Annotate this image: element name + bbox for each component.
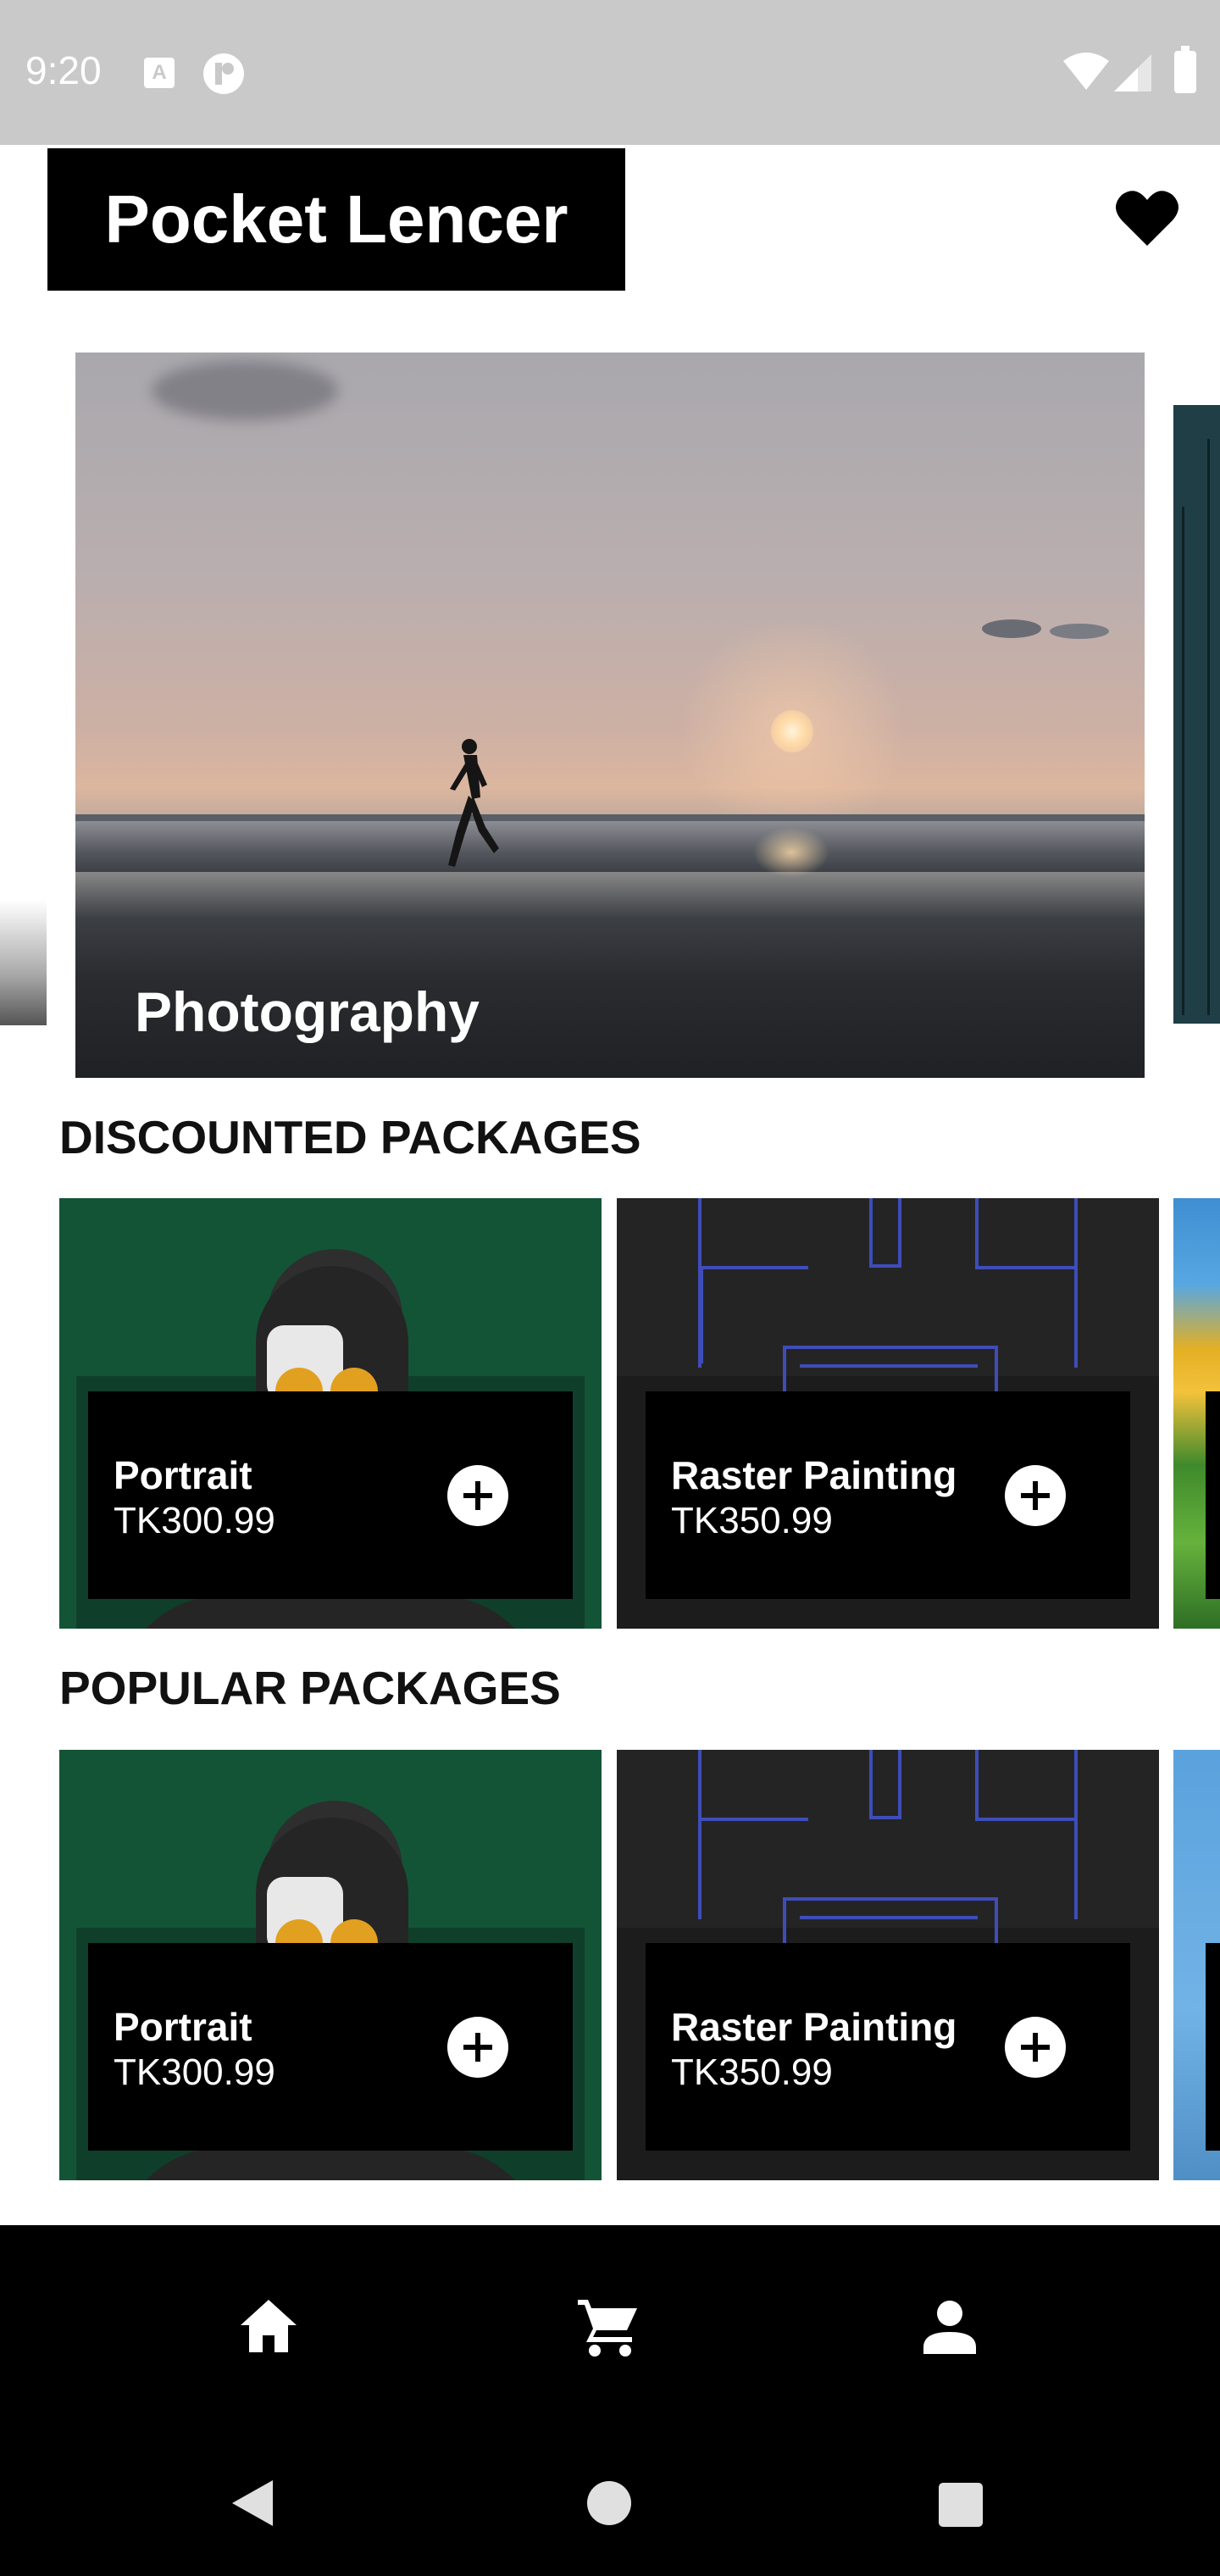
horizon-ships bbox=[75, 814, 1145, 821]
carousel-slide-photography[interactable]: Photography bbox=[75, 353, 1145, 1078]
maze-line bbox=[800, 1364, 978, 1368]
maze-line bbox=[898, 1750, 901, 1818]
package-card-next-peek[interactable] bbox=[1173, 1750, 1220, 2180]
status-time: 9:20 bbox=[25, 48, 102, 92]
package-card-portrait[interactable]: Portrait TK300.99 bbox=[59, 1198, 602, 1629]
package-card-raster-painting[interactable]: Raster Painting TK350.99 bbox=[617, 1750, 1159, 2180]
slide-decoration bbox=[1182, 507, 1184, 1015]
sky-cloud bbox=[1050, 624, 1109, 639]
package-price: TK300.99 bbox=[114, 1500, 275, 1541]
keyboard-notification-icon: A bbox=[144, 58, 175, 88]
section-title-discounted: DISCOUNTED PACKAGES bbox=[59, 1111, 641, 1163]
maze-line bbox=[869, 1198, 873, 1266]
card-info-box: Portrait TK300.99 bbox=[88, 1943, 573, 2151]
maze-line bbox=[700, 1266, 703, 1363]
maze-line bbox=[783, 1897, 998, 1901]
maze-line bbox=[698, 1750, 702, 1919]
card-info-box-peek bbox=[1206, 1391, 1220, 1599]
maze-line bbox=[975, 1750, 979, 1818]
package-price: TK350.99 bbox=[671, 1500, 833, 1541]
package-price: TK350.99 bbox=[671, 2051, 833, 2093]
favorites-heart-icon[interactable] bbox=[1115, 188, 1179, 247]
section-title-popular: POPULAR PACKAGES bbox=[59, 1662, 561, 1714]
home-circle-icon[interactable] bbox=[587, 2481, 631, 2525]
card-info-box: Raster Painting TK350.99 bbox=[646, 1943, 1130, 2151]
package-card-raster-painting[interactable]: Raster Painting TK350.99 bbox=[617, 1198, 1159, 1629]
add-to-cart-button[interactable] bbox=[447, 1465, 508, 1526]
maze-line bbox=[869, 1816, 901, 1819]
cart-icon[interactable] bbox=[576, 2296, 640, 2357]
maze-line bbox=[975, 1818, 1077, 1821]
sun-reflection bbox=[753, 827, 829, 878]
slide-decoration bbox=[1207, 439, 1210, 1015]
add-to-cart-button[interactable] bbox=[447, 2017, 508, 2078]
battery-icon bbox=[1174, 46, 1196, 93]
card-info-box-peek bbox=[1206, 1943, 1220, 2151]
runner-silhouette bbox=[448, 739, 499, 867]
person-icon[interactable] bbox=[923, 2300, 976, 2354]
recent-apps-icon[interactable] bbox=[939, 2483, 983, 2527]
package-price: TK300.99 bbox=[114, 2051, 275, 2093]
maze-line bbox=[800, 1916, 978, 1919]
carousel-slide-title: Photography bbox=[135, 980, 480, 1043]
card-info-box: Raster Painting TK350.99 bbox=[646, 1391, 1130, 1599]
home-icon[interactable] bbox=[239, 2298, 298, 2354]
package-name: Raster Painting bbox=[671, 1453, 957, 1497]
keyboard-notification-letter: A bbox=[152, 61, 167, 84]
maze-line bbox=[783, 1897, 786, 1948]
add-to-cart-button[interactable] bbox=[1005, 2017, 1066, 2078]
maze-line bbox=[995, 1346, 998, 1396]
maze-line bbox=[898, 1198, 901, 1266]
carousel-next-slide[interactable] bbox=[1173, 405, 1220, 1024]
back-icon[interactable] bbox=[230, 2479, 274, 2528]
carousel-prev-slide[interactable] bbox=[0, 900, 47, 1025]
maze-line bbox=[783, 1346, 786, 1396]
add-to-cart-button[interactable] bbox=[1005, 1465, 1066, 1526]
maze-line bbox=[869, 1750, 873, 1818]
package-name: Raster Painting bbox=[671, 2005, 957, 2049]
sky-cloud bbox=[152, 361, 338, 420]
maze-line bbox=[869, 1264, 901, 1268]
package-card-next-peek[interactable] bbox=[1173, 1198, 1220, 1629]
status-bar: 9:20 A bbox=[0, 0, 1220, 145]
maze-line bbox=[995, 1897, 998, 1948]
maze-line bbox=[783, 1346, 998, 1349]
maze-line bbox=[975, 1198, 979, 1266]
package-name: Portrait bbox=[114, 2005, 252, 2049]
maze-line bbox=[698, 1818, 808, 1821]
app-title: Pocket Lencer bbox=[104, 181, 568, 257]
maze-line bbox=[1074, 1198, 1078, 1368]
app-notification-icon bbox=[203, 53, 244, 94]
app-logo: Pocket Lencer bbox=[47, 148, 625, 291]
maze-line bbox=[698, 1266, 808, 1269]
package-card-portrait[interactable]: Portrait TK300.99 bbox=[59, 1750, 602, 2180]
maze-line bbox=[975, 1266, 1077, 1269]
sea bbox=[75, 821, 1145, 872]
package-name: Portrait bbox=[114, 1453, 252, 1497]
signal-icon bbox=[1114, 54, 1151, 92]
sun bbox=[771, 710, 813, 752]
sky-cloud bbox=[982, 619, 1041, 638]
card-info-box: Portrait TK300.99 bbox=[88, 1391, 573, 1599]
maze-line bbox=[1074, 1750, 1078, 1919]
wifi-icon bbox=[1063, 53, 1109, 90]
